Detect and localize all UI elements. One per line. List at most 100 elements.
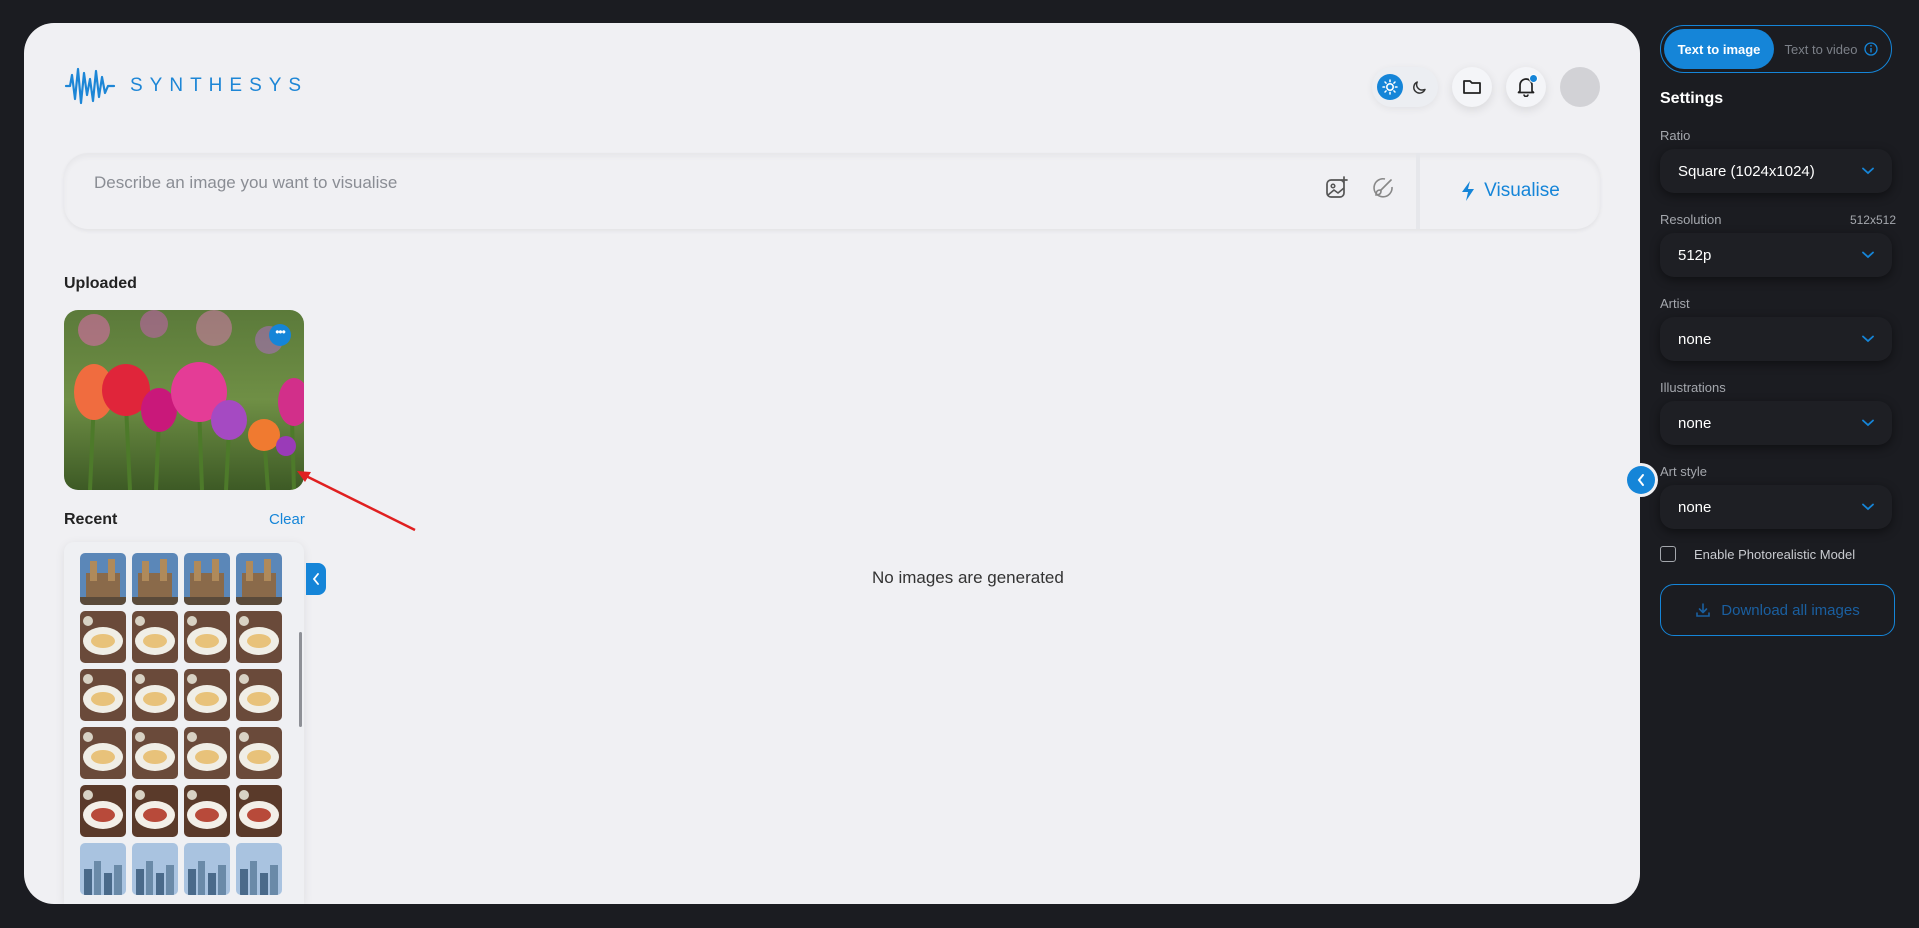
recent-thumbnail-dessert-plate[interactable] — [184, 785, 230, 837]
select-illustrations[interactable]: none — [1660, 401, 1892, 445]
image-add-icon[interactable] — [1324, 175, 1350, 201]
crepe-plate-thumbnail-image — [184, 727, 230, 779]
recent-thumbnail-city-skyline[interactable] — [80, 843, 126, 895]
brand-logo[interactable]: SYNTHESYS — [64, 65, 308, 107]
recent-thumbnail-castle[interactable] — [80, 553, 126, 605]
city-skyline-thumbnail-image — [80, 843, 126, 895]
castle-thumbnail-image — [132, 553, 178, 605]
sun-icon[interactable] — [1377, 74, 1403, 100]
crepe-plate-thumbnail-image — [236, 669, 282, 721]
visualise-button[interactable]: Visualise — [1420, 153, 1600, 229]
dessert-plate-thumbnail-image — [184, 785, 230, 837]
download-all-button[interactable]: Download all images — [1660, 584, 1895, 636]
collapse-recent-button[interactable] — [306, 563, 326, 595]
photorealistic-label: Enable Photorealistic Model — [1694, 546, 1856, 562]
field-label-1: Resolution — [1660, 212, 1722, 227]
select-ratio[interactable]: Square (1024x1024) — [1660, 149, 1892, 193]
chevron-down-icon — [1862, 503, 1874, 511]
recent-thumbnail-crepe-plate[interactable] — [184, 727, 230, 779]
crepe-plate-thumbnail-image — [184, 611, 230, 663]
castle-thumbnail-image — [80, 553, 126, 605]
field-extra-1: 512x512 — [1849, 213, 1896, 227]
mode-switch: Text to image Text to video — [1660, 25, 1892, 73]
empty-state-message: No images are generated — [872, 568, 1064, 587]
download-icon — [1696, 603, 1711, 617]
theme-toggle[interactable] — [1372, 67, 1438, 107]
chevron-left-icon — [1637, 474, 1644, 486]
select-resolution[interactable]: 512p — [1660, 233, 1892, 277]
recent-thumbnail-castle[interactable] — [132, 553, 178, 605]
recent-thumbnail-crepe-plate[interactable] — [80, 727, 126, 779]
crepe-plate-thumbnail-image — [80, 669, 126, 721]
brush-icon[interactable] — [1370, 175, 1396, 201]
visualise-label: Visualise — [1484, 180, 1560, 201]
notifications-button[interactable] — [1506, 67, 1546, 107]
recent-thumbnail-castle[interactable] — [184, 553, 230, 605]
crepe-plate-thumbnail-image — [236, 611, 282, 663]
select-artist[interactable]: none — [1660, 317, 1892, 361]
avatar[interactable] — [1560, 67, 1600, 107]
field-label-3: Illustrations — [1660, 380, 1726, 395]
crepe-plate-thumbnail-image — [184, 669, 230, 721]
more-options-button[interactable]: ••• — [269, 324, 291, 346]
select-art-style[interactable]: none — [1660, 485, 1892, 529]
city-skyline-thumbnail-image — [132, 843, 178, 895]
city-skyline-thumbnail-image — [236, 843, 282, 895]
mode-text-to-video[interactable]: Text to video — [1774, 29, 1888, 69]
recent-thumbnail-crepe-plate[interactable] — [80, 669, 126, 721]
recent-thumbnail-dessert-plate[interactable] — [80, 785, 126, 837]
brand-name: SYNTHESYS — [130, 75, 309, 96]
folder-icon — [1463, 80, 1481, 94]
field-label-4: Art style — [1660, 464, 1707, 479]
recent-thumbnail-crepe-plate[interactable] — [184, 611, 230, 663]
recent-thumbnail-dessert-plate[interactable] — [236, 785, 282, 837]
tulip-photo — [64, 310, 304, 490]
recent-thumbnail-castle[interactable] — [236, 553, 282, 605]
uploaded-title: Uploaded — [64, 275, 137, 292]
recent-thumbnail-city-skyline[interactable] — [236, 843, 282, 895]
prompt-bar: Visualise — [64, 153, 1600, 229]
main-panel: SYNTHESYS Visualise — [24, 23, 1640, 904]
dessert-plate-thumbnail-image — [132, 785, 178, 837]
settings-title: Settings — [1660, 90, 1724, 107]
chevron-down-icon — [1862, 419, 1874, 427]
chevron-down-icon — [1862, 335, 1874, 343]
crepe-plate-thumbnail-image — [80, 727, 126, 779]
toggle-settings-button[interactable] — [1627, 466, 1655, 494]
field-label-2: Artist — [1660, 296, 1690, 311]
recent-thumbnail-crepe-plate[interactable] — [132, 727, 178, 779]
mode-text-to-image[interactable]: Text to image — [1664, 29, 1774, 69]
recent-thumbnail-city-skyline[interactable] — [132, 843, 178, 895]
recent-title: Recent — [64, 511, 118, 528]
crepe-plate-thumbnail-image — [132, 611, 178, 663]
folder-button[interactable] — [1452, 67, 1492, 107]
moon-icon[interactable] — [1407, 74, 1433, 100]
photorealistic-checkbox[interactable] — [1660, 546, 1676, 562]
uploaded-image-tulips[interactable]: ••• — [64, 310, 304, 490]
recent-thumbnail-crepe-plate[interactable] — [80, 611, 126, 663]
recent-scrollbar[interactable] — [299, 632, 302, 727]
select-value-1: 512p — [1678, 246, 1712, 264]
recent-thumbnail-crepe-plate[interactable] — [184, 669, 230, 721]
recent-panel — [64, 542, 304, 904]
recent-thumbnail-crepe-plate[interactable] — [132, 611, 178, 663]
recent-thumbnail-crepe-plate[interactable] — [236, 727, 282, 779]
notification-badge — [1529, 74, 1538, 83]
recent-thumbnail-city-skyline[interactable] — [184, 843, 230, 895]
recent-thumbnail-crepe-plate[interactable] — [236, 669, 282, 721]
clear-recent-link[interactable]: Clear — [269, 511, 305, 528]
info-icon[interactable] — [1863, 42, 1878, 56]
crepe-plate-thumbnail-image — [132, 727, 178, 779]
dessert-plate-thumbnail-image — [236, 785, 282, 837]
crepe-plate-thumbnail-image — [80, 611, 126, 663]
crepe-plate-thumbnail-image — [236, 727, 282, 779]
mode-text-to-video-label: Text to video — [1784, 41, 1858, 57]
lightning-icon — [1462, 181, 1475, 201]
chevron-left-icon — [312, 573, 319, 585]
recent-thumbnail-crepe-plate[interactable] — [132, 669, 178, 721]
castle-thumbnail-image — [236, 553, 282, 605]
recent-thumbnail-crepe-plate[interactable] — [236, 611, 282, 663]
prompt-input[interactable] — [64, 157, 1324, 209]
recent-thumbnail-dessert-plate[interactable] — [132, 785, 178, 837]
photorealistic-row[interactable]: Enable Photorealistic Model — [1660, 546, 1855, 562]
